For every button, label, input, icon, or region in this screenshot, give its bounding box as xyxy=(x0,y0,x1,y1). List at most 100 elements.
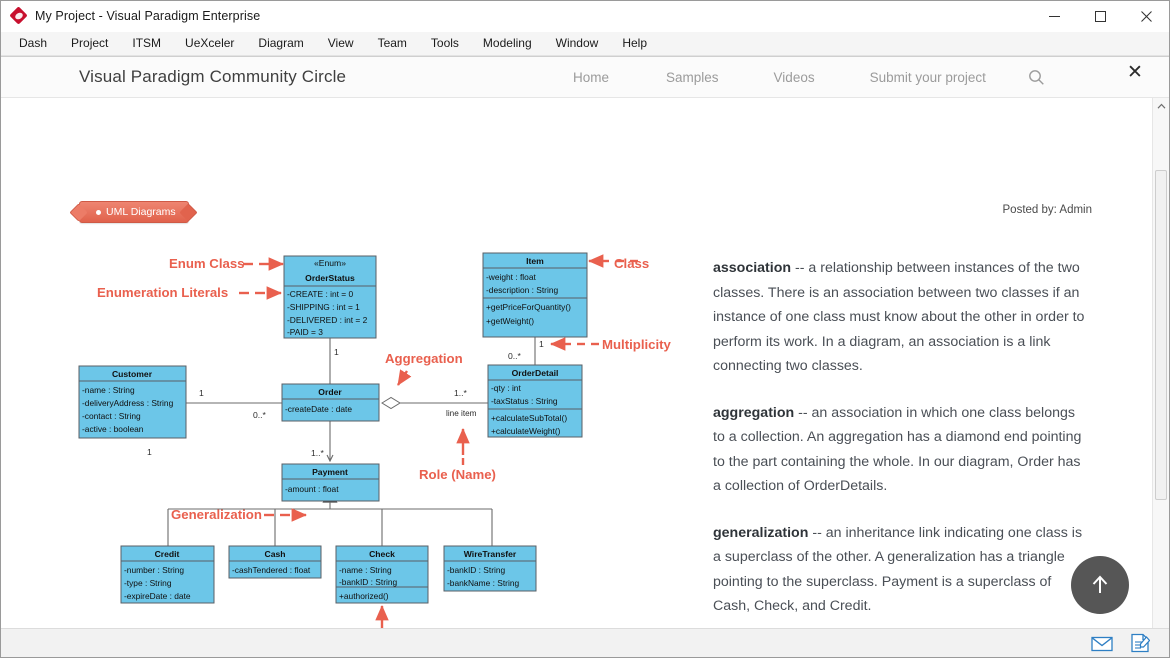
term-aggregation: aggregation xyxy=(713,404,795,421)
svg-text:-taxStatus : String: -taxStatus : String xyxy=(491,396,558,406)
community-header: Visual Paradigm Community Circle Home Sa… xyxy=(1,57,1169,98)
svg-text:+calculateWeight(): +calculateWeight() xyxy=(491,426,561,436)
minimize-button[interactable] xyxy=(1031,1,1077,32)
menu-item-modeling[interactable]: Modeling xyxy=(471,33,544,54)
svg-text:+getPriceForQuantity(): +getPriceForQuantity() xyxy=(486,302,571,312)
status-bar xyxy=(1,628,1169,657)
description-paragraph-aggregation: aggregation -- an association in which o… xyxy=(713,401,1085,499)
svg-text:-PAID = 3: -PAID = 3 xyxy=(287,327,323,337)
menu-item-view[interactable]: View xyxy=(316,33,366,54)
svg-text:WireTransfer: WireTransfer xyxy=(464,549,517,559)
menu-item-tools[interactable]: Tools xyxy=(419,33,471,54)
close-overlay-button[interactable]: ✕ xyxy=(1123,57,1147,87)
annotation-aggregation: Aggregation xyxy=(385,351,463,366)
term-generalization: generalization xyxy=(713,524,809,541)
category-tag-uml-diagrams[interactable]: UML Diagrams xyxy=(79,201,189,223)
annotation-enumeration-literals: Enumeration Literals xyxy=(97,285,228,300)
menu-item-help[interactable]: Help xyxy=(610,33,659,54)
svg-text:-expireDate : date: -expireDate : date xyxy=(124,591,191,601)
svg-text:-SHIPPING : int = 1: -SHIPPING : int = 1 xyxy=(287,302,360,312)
nav-link-home[interactable]: Home xyxy=(573,70,609,85)
svg-text:-cashTendered : float: -cashTendered : float xyxy=(232,565,311,575)
community-title: Visual Paradigm Community Circle xyxy=(79,67,347,86)
svg-text:-bankID : String: -bankID : String xyxy=(339,577,398,587)
svg-text:Order: Order xyxy=(318,387,342,397)
svg-text:-createDate : date: -createDate : date xyxy=(285,404,352,414)
svg-text:OrderStatus: OrderStatus xyxy=(305,273,355,283)
svg-text:Credit: Credit xyxy=(155,549,180,559)
svg-text:«Enum»: «Enum» xyxy=(314,258,346,268)
tag-dot-icon xyxy=(96,209,101,215)
nav-link-videos[interactable]: Videos xyxy=(774,70,815,85)
community-nav: Home Samples Videos Submit your project xyxy=(561,57,1045,98)
annotation-role-name: Role (Name) xyxy=(419,467,496,482)
menu-item-diagram[interactable]: Diagram xyxy=(246,33,315,54)
svg-text:+calculateSubTotal(): +calculateSubTotal() xyxy=(491,413,567,423)
scrollbar-up-arrow-icon[interactable] xyxy=(1153,98,1169,115)
arrow-up-icon xyxy=(1092,575,1108,593)
svg-text:-deliveryAddress : String: -deliveryAddress : String xyxy=(82,398,174,408)
description-text-association: -- a relationship between instances of t… xyxy=(713,260,1085,374)
vertical-scrollbar[interactable] xyxy=(1152,98,1169,657)
menu-item-dash[interactable]: Dash xyxy=(7,33,59,54)
svg-text:-description : String: -description : String xyxy=(486,285,558,295)
svg-text:-name : String: -name : String xyxy=(82,385,135,395)
menu-item-uexceler[interactable]: UeXceler xyxy=(173,33,246,54)
svg-text:-bankName : String: -bankName : String xyxy=(447,578,519,588)
description-column: association -- a relationship between in… xyxy=(713,256,1085,641)
term-association: association xyxy=(713,260,792,276)
nav-link-submit-your-project[interactable]: Submit your project xyxy=(870,70,986,85)
note-edit-icon[interactable] xyxy=(1129,633,1151,653)
svg-text:-weight : float: -weight : float xyxy=(486,272,536,282)
svg-text:-amount : float: -amount : float xyxy=(285,484,339,494)
posted-by-label: Posted by: Admin xyxy=(1002,204,1093,216)
scroll-to-top-button[interactable] xyxy=(1071,556,1129,614)
annotation-enum-class: Enum Class xyxy=(169,256,245,271)
menu-item-project[interactable]: Project xyxy=(59,33,120,54)
nav-link-samples[interactable]: Samples xyxy=(666,70,719,85)
svg-text:-type : String: -type : String xyxy=(124,578,172,588)
svg-text:-active : boolean: -active : boolean xyxy=(82,424,144,434)
annotation-multiplicity: Multiplicity xyxy=(602,337,672,352)
annotation-class: Class xyxy=(614,256,649,271)
svg-text:Cash: Cash xyxy=(264,549,285,559)
uml-class-diagram-image: 1 1 0..* 1 1 1..* line item 1 0..* xyxy=(71,243,701,657)
window-controls xyxy=(1031,1,1169,32)
svg-text:-contact : String: -contact : String xyxy=(82,411,141,421)
description-paragraph-association: association -- a relationship between in… xyxy=(713,256,1085,379)
svg-text:-CREATE : int = 0: -CREATE : int = 0 xyxy=(287,289,354,299)
close-button[interactable] xyxy=(1123,1,1169,32)
svg-text:Check: Check xyxy=(369,549,395,559)
community-circle-panel: Visual Paradigm Community Circle Home Sa… xyxy=(1,56,1169,657)
menu-bar: Dash Project ITSM UeXceler Diagram View … xyxy=(1,32,1169,56)
maximize-button[interactable] xyxy=(1077,1,1123,32)
menu-item-team[interactable]: Team xyxy=(366,33,419,54)
svg-text:1: 1 xyxy=(199,388,204,398)
svg-text:1: 1 xyxy=(539,339,544,349)
svg-text:-qty : int: -qty : int xyxy=(491,383,521,393)
scrollbar-thumb[interactable] xyxy=(1155,170,1167,500)
svg-text:-DELIVERED : int = 2: -DELIVERED : int = 2 xyxy=(287,315,368,325)
svg-text:1..*: 1..* xyxy=(311,448,325,458)
svg-text:-name : String: -name : String xyxy=(339,565,392,575)
annotation-generalization: Generalization xyxy=(171,507,262,522)
menu-item-itsm[interactable]: ITSM xyxy=(120,33,173,54)
title-bar: My Project - Visual Paradigm Enterprise xyxy=(1,1,1169,32)
tag-label: UML Diagrams xyxy=(106,206,176,218)
svg-text:Item: Item xyxy=(526,256,544,266)
svg-text:OrderDetail: OrderDetail xyxy=(512,368,559,378)
menu-item-window[interactable]: Window xyxy=(544,33,611,54)
svg-text:-bankID : String: -bankID : String xyxy=(447,565,506,575)
svg-text:1: 1 xyxy=(334,347,339,357)
svg-text:0..*: 0..* xyxy=(508,351,522,361)
svg-text:Customer: Customer xyxy=(112,369,153,379)
svg-text:+getWeight(): +getWeight() xyxy=(486,316,534,326)
svg-text:0..*: 0..* xyxy=(253,410,267,420)
mail-icon[interactable] xyxy=(1091,633,1113,653)
post-content: UML Diagrams Posted by: Admin 1 1 0..* 1… xyxy=(1,98,1169,657)
search-icon[interactable] xyxy=(1028,69,1045,86)
application-window: My Project - Visual Paradigm Enterprise … xyxy=(0,0,1170,658)
window-title: My Project - Visual Paradigm Enterprise xyxy=(35,9,261,23)
visual-paradigm-diamond-logo xyxy=(9,6,28,25)
svg-text:1: 1 xyxy=(147,447,152,457)
